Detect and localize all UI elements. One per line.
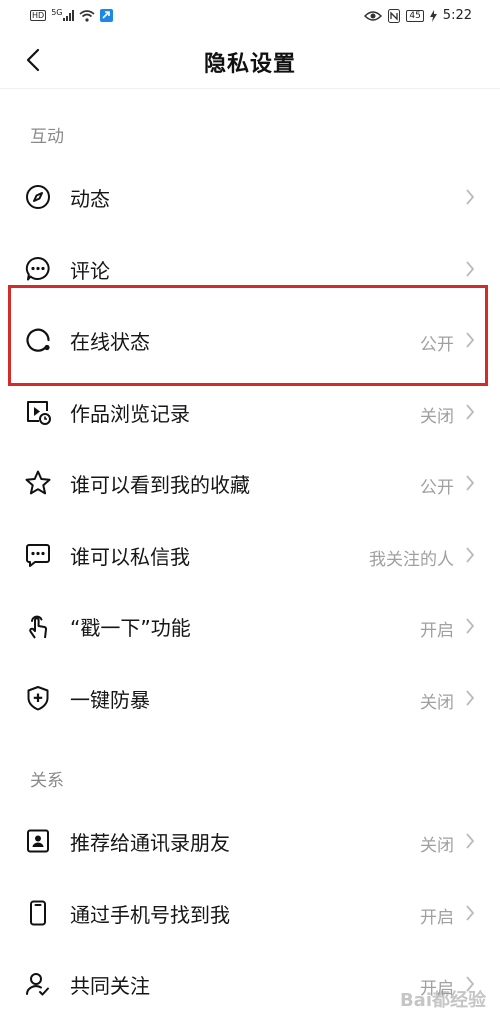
- phone-icon: [30, 900, 46, 925]
- settings-list: 互动 动态 评论 在线状态 公开 作品浏览记录 关闭 谁可以看到我的收藏 公开 …: [0, 89, 500, 1020]
- chevron-right-icon: [466, 332, 475, 348]
- section-title: 互动: [30, 127, 64, 147]
- chevron-right-icon: [466, 546, 475, 563]
- settings-row-online-status[interactable]: 在线状态 公开: [0, 304, 500, 376]
- chevron-right-icon: [466, 260, 475, 277]
- chevron-right-icon: [466, 475, 475, 491]
- row-value: 开启: [420, 621, 454, 641]
- chevron-right-icon: [466, 689, 475, 706]
- row-label: 动态: [70, 187, 110, 211]
- clock: 5:22: [442, 8, 472, 23]
- contact-card-icon: [27, 829, 49, 853]
- status-right: 45 5:22: [364, 8, 472, 23]
- compass-icon: [26, 185, 50, 209]
- settings-row-comments[interactable]: 评论: [0, 233, 500, 305]
- app-notification-icon: [100, 9, 114, 22]
- star-icon: [25, 470, 51, 495]
- row-label: 共同关注: [70, 974, 150, 998]
- comment-bubble-icon: [25, 256, 50, 280]
- poke-hand-icon: [29, 615, 48, 639]
- chevron-right-icon: [466, 904, 475, 921]
- wifi-icon: [79, 9, 96, 22]
- signal-icon: [63, 10, 75, 21]
- row-label: “戳一下”功能: [70, 616, 191, 640]
- chevron-right-icon: [466, 618, 475, 634]
- battery-indicator: 45: [406, 9, 424, 22]
- row-label: 通过手机号找到我: [70, 902, 230, 927]
- row-value: 开启: [420, 907, 454, 928]
- section-header-interaction: 互动: [0, 89, 500, 161]
- page-title: 隐私设置: [203, 52, 296, 77]
- row-value: 关闭: [420, 692, 454, 713]
- chevron-right-icon: [466, 833, 475, 849]
- eye-icon: [364, 10, 383, 21]
- charging-icon: [429, 9, 437, 22]
- settings-row-anti-harassment[interactable]: 一键防暴 关闭: [0, 662, 500, 734]
- status-bar: HD 5G 45 5:22: [0, 0, 500, 34]
- settings-row-direct-message[interactable]: 谁可以私信我 我关注的人: [0, 519, 500, 591]
- navigation-bar: 隐私设置: [0, 34, 500, 89]
- video-history-icon: [27, 400, 51, 425]
- settings-row-find-by-phone[interactable]: 通过手机号找到我 开启: [0, 877, 500, 949]
- settings-row-moments[interactable]: 动态: [0, 161, 500, 233]
- row-value: 关闭: [420, 406, 454, 427]
- watermark: Bai都经验: [399, 990, 486, 1011]
- row-value: 公开: [420, 335, 454, 355]
- settings-row-view-history[interactable]: 作品浏览记录 关闭: [0, 376, 500, 448]
- shield-plus-icon: [27, 685, 49, 710]
- row-label: 在线状态: [70, 330, 150, 354]
- mutual-follow-icon: [26, 973, 49, 996]
- section-header-relationship: 关系: [0, 733, 500, 805]
- chevron-right-icon: [466, 189, 475, 205]
- row-label: 谁可以私信我: [70, 544, 190, 569]
- status-left: HD 5G: [30, 8, 114, 22]
- settings-row-poke[interactable]: “戳一下”功能 开启: [0, 590, 500, 662]
- online-status-icon: [26, 328, 50, 352]
- chevron-right-icon: [466, 403, 475, 420]
- row-label: 推荐给通讯录朋友: [70, 831, 230, 855]
- row-value: 关闭: [420, 836, 454, 856]
- settings-row-favorites-visibility[interactable]: 谁可以看到我的收藏 公开: [0, 447, 500, 519]
- section-title: 关系: [30, 771, 64, 791]
- row-label: 谁可以看到我的收藏: [70, 473, 250, 497]
- network-label: 5G: [51, 8, 63, 17]
- row-label: 一键防暴: [70, 687, 150, 712]
- message-icon: [26, 543, 50, 567]
- row-label: 评论: [70, 258, 110, 283]
- settings-row-recommend-contacts[interactable]: 推荐给通讯录朋友 关闭: [0, 805, 500, 877]
- row-label: 作品浏览记录: [70, 401, 190, 426]
- nfc-icon: [388, 8, 401, 23]
- row-value: 我关注的人: [369, 549, 454, 570]
- hd-badge: HD: [30, 10, 47, 21]
- row-value: 公开: [420, 478, 454, 498]
